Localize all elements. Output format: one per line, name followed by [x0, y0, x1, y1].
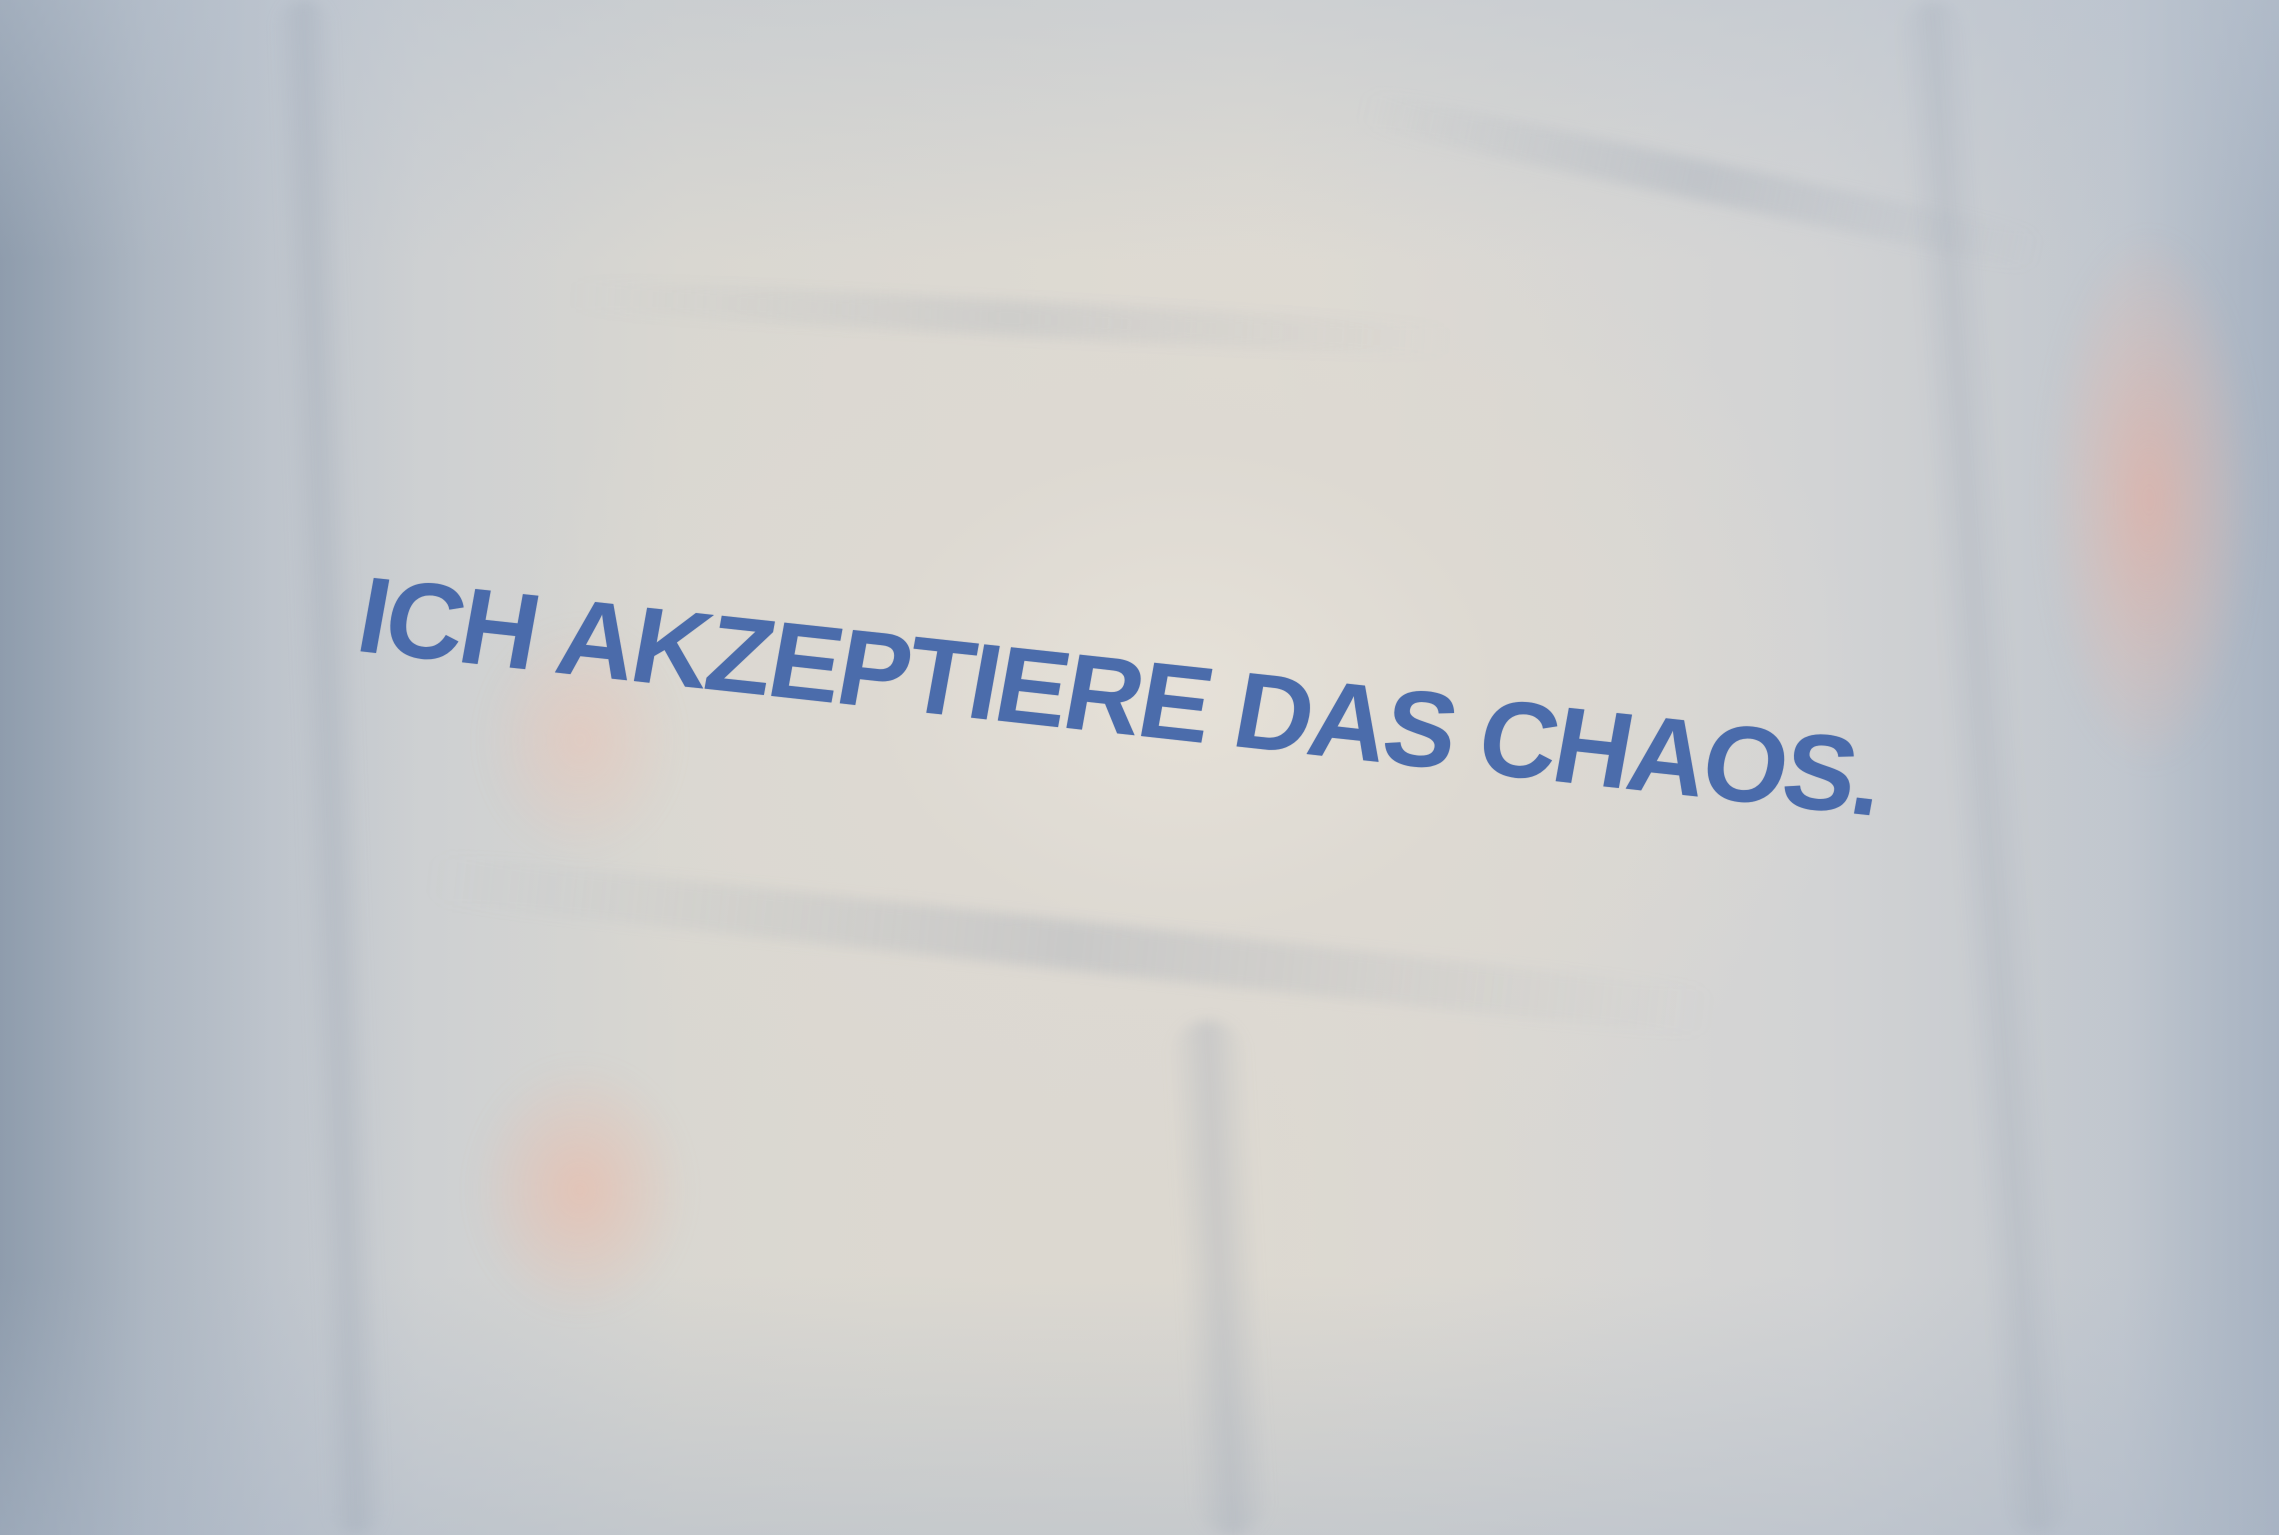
fabric-fold — [420, 852, 1720, 1038]
fabric-fold — [559, 276, 1461, 360]
light-leak-left — [470, 1060, 690, 1320]
tshirt-photo: ICH AKZEPTIERE DAS CHAOS. — [0, 0, 2279, 1535]
light-leak-right — [2049, 240, 2249, 760]
